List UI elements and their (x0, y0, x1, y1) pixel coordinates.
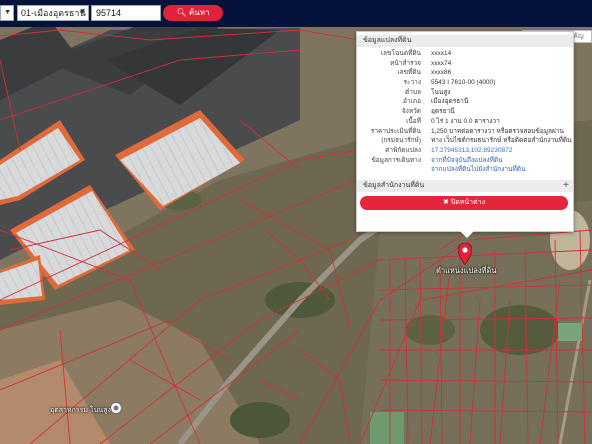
info-row-link[interactable]: 17.27945313,102.89230872 (431, 146, 512, 156)
marker-label: ตำแหน่งแปลงที่ดิน (436, 266, 497, 275)
info-row: เนื้อที่ 0 ไร่ 1 งาน 0.0 ตารางวา (357, 117, 573, 127)
expand-icon[interactable]: + (563, 180, 569, 192)
info-row: ตำบล โนนสูง (357, 88, 573, 98)
search-bar: ▼ 01-เมืองอุดรธานี ▼ 95714 🔍︎ ค้นหา (0, 0, 592, 27)
info-row-key: ราคาประเมินที่ดิน (370, 127, 421, 135)
info-row-key: (กรมธนารักษ์) (381, 137, 421, 145)
info-row-value: อุดรธานี (431, 108, 455, 116)
info-row-key: เลขที่ดิน (397, 69, 421, 77)
parcel-number-input[interactable]: 95714 (91, 5, 161, 21)
info-row: ข้อมูลการเดินทาง จากที่ปัจจุบันถึงแปลงที่… (357, 156, 573, 166)
parcel-info-header: ข้อมูลแปลงที่ดิน (357, 35, 573, 47)
info-row: ค่าพิกัดแปลง 17.27945313,102.89230872 (357, 146, 573, 156)
info-row: (กรมธนารักษ์) ทาง เว็บไซต์กรมธนารักษ์ หรื… (357, 136, 573, 146)
info-row-key: จังหวัด (401, 108, 421, 116)
map-pin-icon[interactable] (458, 243, 472, 265)
info-row: อำเภอ เมืองอุดรธานี (357, 97, 573, 107)
info-row: เลขโฉนดที่ดิน xxxx14 (357, 49, 573, 59)
district-select[interactable]: 01-เมืองอุดรธานี ▼ (17, 5, 89, 21)
info-row-key: เนื้อที่ (406, 117, 421, 125)
province-select[interactable]: ▼ (0, 5, 14, 21)
info-row-value: 0 ไร่ 1 งาน 0.0 ตารางวา (431, 117, 500, 125)
info-row: ระวาง 5543 I 7610-00 (4000) (357, 78, 573, 88)
info-row-key: ข้อมูลการเดินทาง (371, 156, 421, 164)
parcel-info-popup: ข้อมูลแปลงที่ดิน เลขโฉนดที่ดิน xxxx14 หน้า… (356, 31, 574, 238)
search-button[interactable]: 🔍︎ ค้นหา (163, 5, 223, 21)
info-row-link[interactable]: จากที่ปัจจุบันถึงแปลงที่ดิน (431, 156, 503, 166)
info-row-link[interactable]: จากแปลงที่ดินไปยังสำนักงานที่ดิน (431, 165, 525, 175)
info-row: จากแปลงที่ดินไปยังสำนักงานที่ดิน (357, 165, 573, 175)
info-row-value: 1,250 บาทต่อตารางวา หรือตรวจสอบข้อมูลผ่า… (431, 127, 564, 135)
info-row-value: 5543 I 7610-00 (4000) (431, 79, 496, 87)
close-window-label: ปิดหน้าต่าง (450, 199, 486, 206)
info-row-key: ระวาง (403, 79, 421, 87)
search-button-label: ค้นหา (188, 8, 210, 17)
info-row-value: xxxx14 (431, 50, 452, 57)
info-row-value: ทาง เว็บไซต์กรมธนารักษ์ หรือติดต่อสำนักง… (431, 137, 572, 145)
chevron-down-icon: ▼ (4, 9, 11, 16)
info-row-key: อำเภอ (403, 98, 421, 106)
land-office-header-label: ข้อมูลสำนักงานที่ดิน (363, 182, 425, 189)
chevron-down-icon: ▼ (79, 9, 86, 16)
close-window-button[interactable]: ✖ ปิดหน้าต่าง (360, 196, 568, 210)
close-icon: ✖ (442, 199, 449, 206)
info-row-key: ตำบล (405, 88, 421, 96)
info-row: เลขที่ดิน xxxx86 (357, 68, 573, 78)
parcel-info-rows: เลขโฉนดที่ดิน xxxx14 หน้าสำรวจ xxxx74 เลขที่… (357, 49, 573, 175)
info-row-value: โนนสูง (431, 88, 451, 96)
info-row-key: ค่าพิกัดแปลง (385, 146, 421, 154)
poi-label: อุตสาหกรรม โนนสูง (50, 407, 111, 414)
search-icon: 🔍︎ (176, 8, 187, 17)
info-row: จังหวัด อุดรธานี (357, 107, 573, 117)
info-row-key: หน้าสำรวจ (390, 59, 421, 67)
info-row-key: เลขโฉนดที่ดิน (380, 50, 421, 57)
district-select-value: 01-เมืองอุดรธานี (21, 8, 86, 18)
info-row-value: xxxx74 (431, 59, 452, 67)
poi-icon[interactable] (110, 402, 122, 414)
info-row-value: xxxx86 (431, 69, 452, 77)
info-row: ราคาประเมินที่ดิน 1,250 บาทต่อตารางวา หรื… (357, 127, 573, 137)
land-office-header[interactable]: ข้อมูลสำนักงานที่ดิน + (357, 180, 573, 192)
info-row: หน้าสำรวจ xxxx74 (357, 59, 573, 69)
info-row-value: เมืองอุดรธานี (431, 98, 469, 106)
